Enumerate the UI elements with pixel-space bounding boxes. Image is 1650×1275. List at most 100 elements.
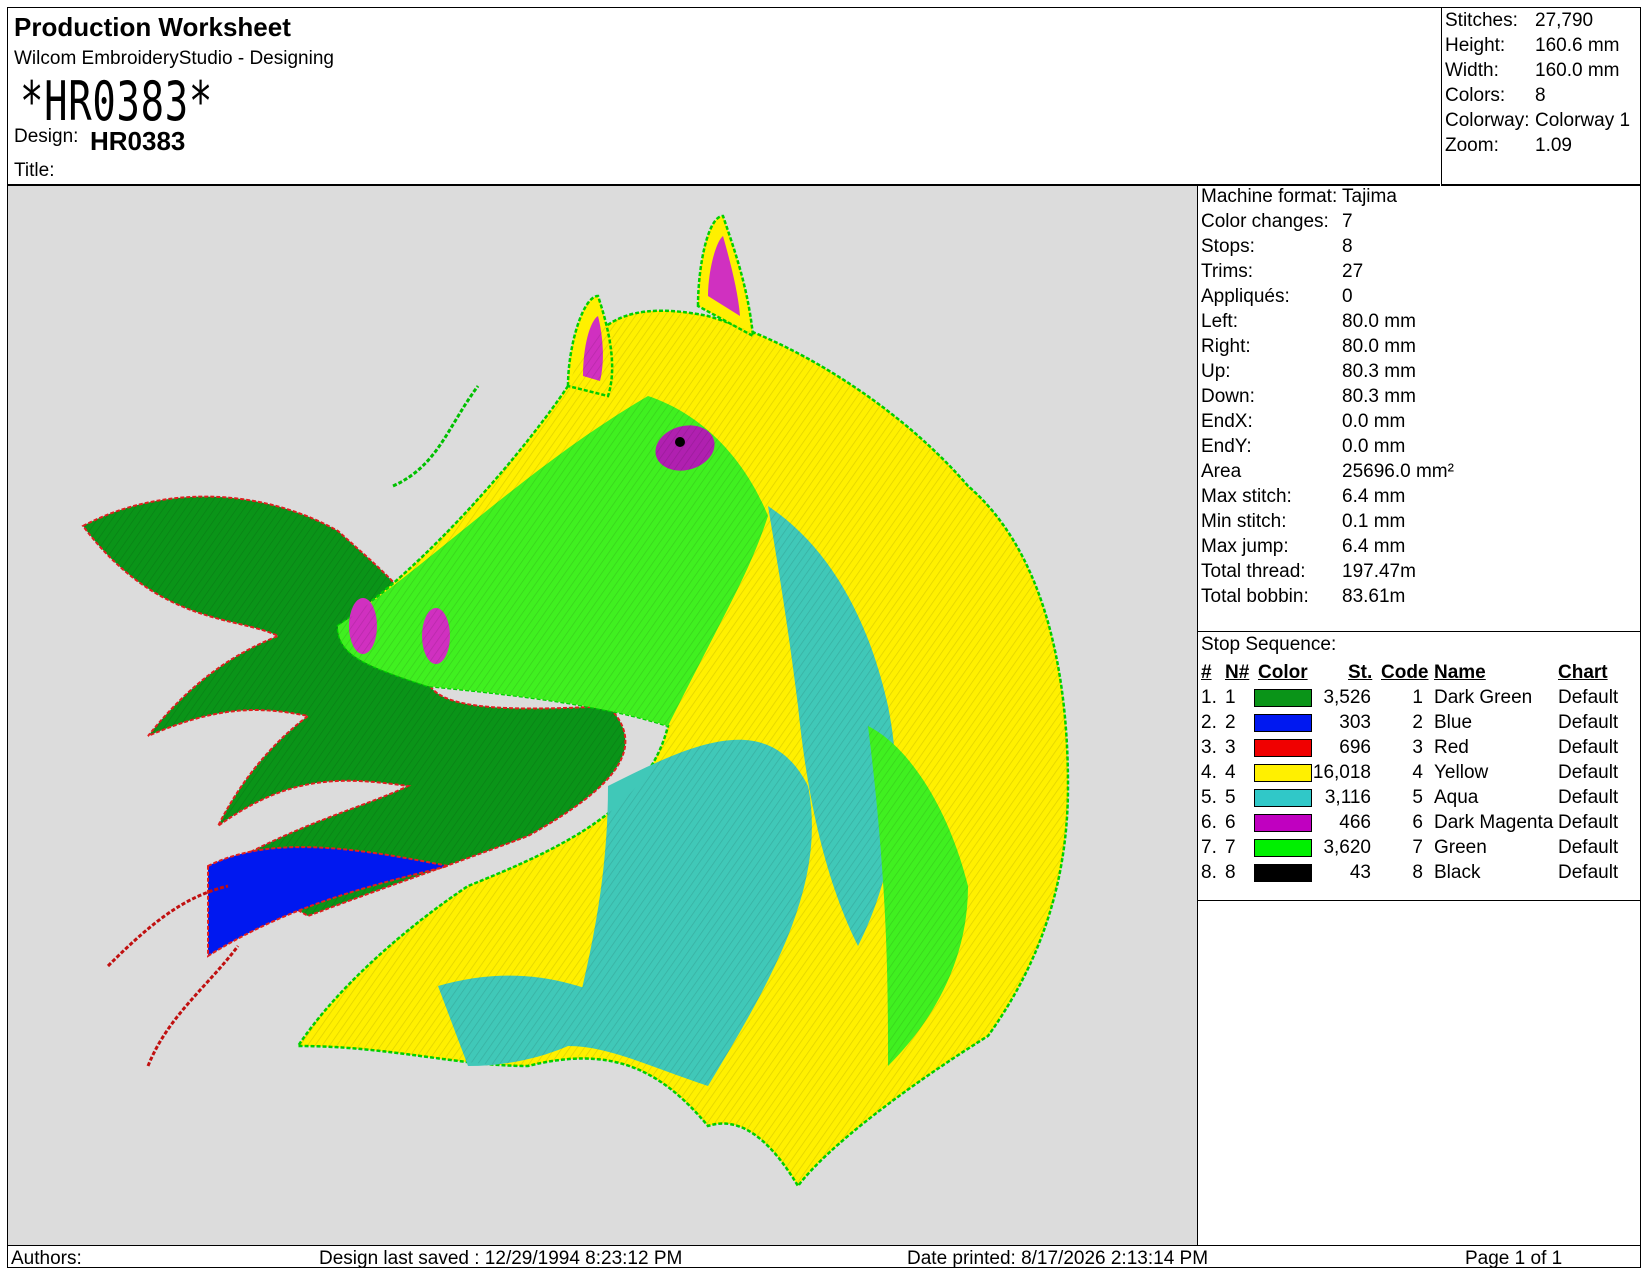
- stop-color-swatch: [1254, 739, 1312, 757]
- col-header-code: Code: [1381, 662, 1429, 683]
- stat-label: Left:: [1201, 311, 1238, 332]
- summary-label: Colors:: [1445, 85, 1506, 106]
- stat-value: 0: [1342, 286, 1353, 307]
- stop-color-name: Green: [1434, 837, 1487, 858]
- stop-color-name: Dark Magenta: [1434, 812, 1554, 833]
- stat-label: Min stitch:: [1201, 511, 1287, 532]
- stop-sequence-table: Stop Sequence: # N# Color St. Code Name …: [1198, 631, 1640, 901]
- col-header-st: St.: [1348, 662, 1373, 683]
- stop-num: 3.: [1201, 737, 1217, 758]
- summary-value: 1.09: [1535, 135, 1572, 156]
- stop-chart: Default: [1558, 812, 1619, 833]
- stat-value: 197.47m: [1342, 561, 1416, 582]
- production-worksheet: Production Worksheet Wilcom EmbroiderySt…: [7, 7, 1641, 1269]
- page-number: Page 1 of 1: [1465, 1248, 1563, 1269]
- stat-value: 25696.0 mm²: [1342, 461, 1454, 482]
- stat-label: Area: [1201, 461, 1242, 482]
- stop-needle: 3: [1225, 737, 1236, 758]
- stop-color-swatch: [1254, 789, 1312, 807]
- col-header-n: N#: [1225, 662, 1250, 683]
- summary-value: Colorway 1: [1535, 110, 1631, 131]
- summary-value: 8: [1535, 85, 1546, 106]
- design-code-banner: *HR0383*: [20, 70, 214, 133]
- stop-code: 1: [1412, 687, 1423, 708]
- col-header-name: Name: [1434, 662, 1486, 683]
- stop-color-name: Red: [1434, 737, 1469, 758]
- stop-needle: 7: [1225, 837, 1236, 858]
- stop-needle: 2: [1225, 712, 1236, 733]
- stat-value: Tajima: [1342, 186, 1397, 207]
- stat-value: 83.61m: [1342, 586, 1406, 607]
- stat-label: Max stitch:: [1201, 486, 1292, 507]
- stop-color-name: Black: [1434, 862, 1481, 883]
- summary-label: Zoom:: [1445, 135, 1499, 156]
- summary-value: 27,790: [1535, 10, 1594, 31]
- design-statistics: Machine format: Tajima Color changes: 7 …: [1198, 186, 1640, 631]
- stop-num: 6.: [1201, 812, 1217, 833]
- stat-value: 0.0 mm: [1342, 411, 1406, 432]
- stop-chart: Default: [1558, 737, 1619, 758]
- stat-value: 80.3 mm: [1342, 386, 1416, 407]
- stop-chart: Default: [1558, 762, 1619, 783]
- stop-chart: Default: [1558, 712, 1619, 733]
- stop-code: 6: [1412, 812, 1423, 833]
- summary-value: 160.6 mm: [1535, 35, 1620, 56]
- last-saved: Design last saved : 12/29/1994 8:23:12 P…: [319, 1248, 683, 1269]
- stop-color-swatch: [1254, 864, 1312, 882]
- stop-color-swatch: [1254, 689, 1312, 707]
- stop-color-name: Blue: [1434, 712, 1473, 733]
- stop-needle: 1: [1225, 687, 1236, 708]
- stat-value: 80.3 mm: [1342, 361, 1416, 382]
- stat-value: 0.0 mm: [1342, 436, 1406, 457]
- design-value: HR0383: [90, 126, 186, 156]
- stop-color-name: Yellow: [1434, 762, 1489, 783]
- page-title: Production Worksheet: [14, 12, 291, 42]
- summary-value: 160.0 mm: [1535, 60, 1620, 81]
- stat-value: 0.1 mm: [1342, 511, 1406, 532]
- stop-color-swatch: [1254, 714, 1312, 732]
- stop-chart: Default: [1558, 687, 1619, 708]
- stop-num: 8.: [1201, 862, 1217, 883]
- stop-code: 8: [1412, 862, 1423, 883]
- stat-label: Machine format:: [1201, 186, 1338, 207]
- stop-chart: Default: [1558, 837, 1619, 858]
- stop-color-swatch: [1254, 839, 1312, 857]
- col-header-num: #: [1201, 662, 1212, 683]
- stop-num: 1.: [1201, 687, 1217, 708]
- stop-code: 5: [1412, 787, 1423, 808]
- software-name: Wilcom EmbroideryStudio - Designing: [14, 48, 334, 69]
- stat-label: Trims:: [1201, 261, 1254, 282]
- stat-label: Total thread:: [1201, 561, 1306, 582]
- date-printed: Date printed: 8/17/2026 2:13:14 PM: [907, 1248, 1209, 1269]
- summary-label: Colorway:: [1445, 110, 1530, 131]
- stop-num: 2.: [1201, 712, 1217, 733]
- stop-chart: Default: [1558, 862, 1619, 883]
- stop-color-swatch: [1254, 814, 1312, 832]
- design-label: Design:: [14, 126, 79, 147]
- stop-num: 4.: [1201, 762, 1217, 783]
- stat-label: Right:: [1201, 336, 1251, 357]
- stop-num: 5.: [1201, 787, 1217, 808]
- stop-chart: Default: [1558, 787, 1619, 808]
- stop-color-swatch: [1254, 764, 1312, 782]
- stop-code: 3: [1412, 737, 1423, 758]
- stat-label: Max jump:: [1201, 536, 1289, 557]
- col-header-color: Color: [1258, 662, 1308, 683]
- stat-value: 6.4 mm: [1342, 486, 1406, 507]
- stat-value: 7: [1342, 211, 1353, 232]
- stat-label: Appliqués:: [1201, 286, 1290, 307]
- stop-code: 2: [1412, 712, 1423, 733]
- col-header-chart: Chart: [1558, 662, 1608, 683]
- stop-color-name: Aqua: [1434, 787, 1479, 808]
- stop-sequence-title: Stop Sequence:: [1201, 634, 1337, 655]
- summary-label: Height:: [1445, 35, 1506, 56]
- stop-code: 7: [1412, 837, 1423, 858]
- worksheet-footer: Authors: Design last saved : 12/29/1994 …: [8, 1245, 1640, 1269]
- stop-needle: 4: [1225, 762, 1236, 783]
- horse-embroidery-image: [81, 214, 1070, 1189]
- stat-label: Stops:: [1201, 236, 1255, 257]
- stat-value: 80.0 mm: [1342, 311, 1416, 332]
- design-preview: [8, 186, 1198, 1246]
- summary-panel: Stitches: 27,790 Height: 160.6 mm Width:…: [1441, 8, 1640, 186]
- stop-needle: 5: [1225, 787, 1236, 808]
